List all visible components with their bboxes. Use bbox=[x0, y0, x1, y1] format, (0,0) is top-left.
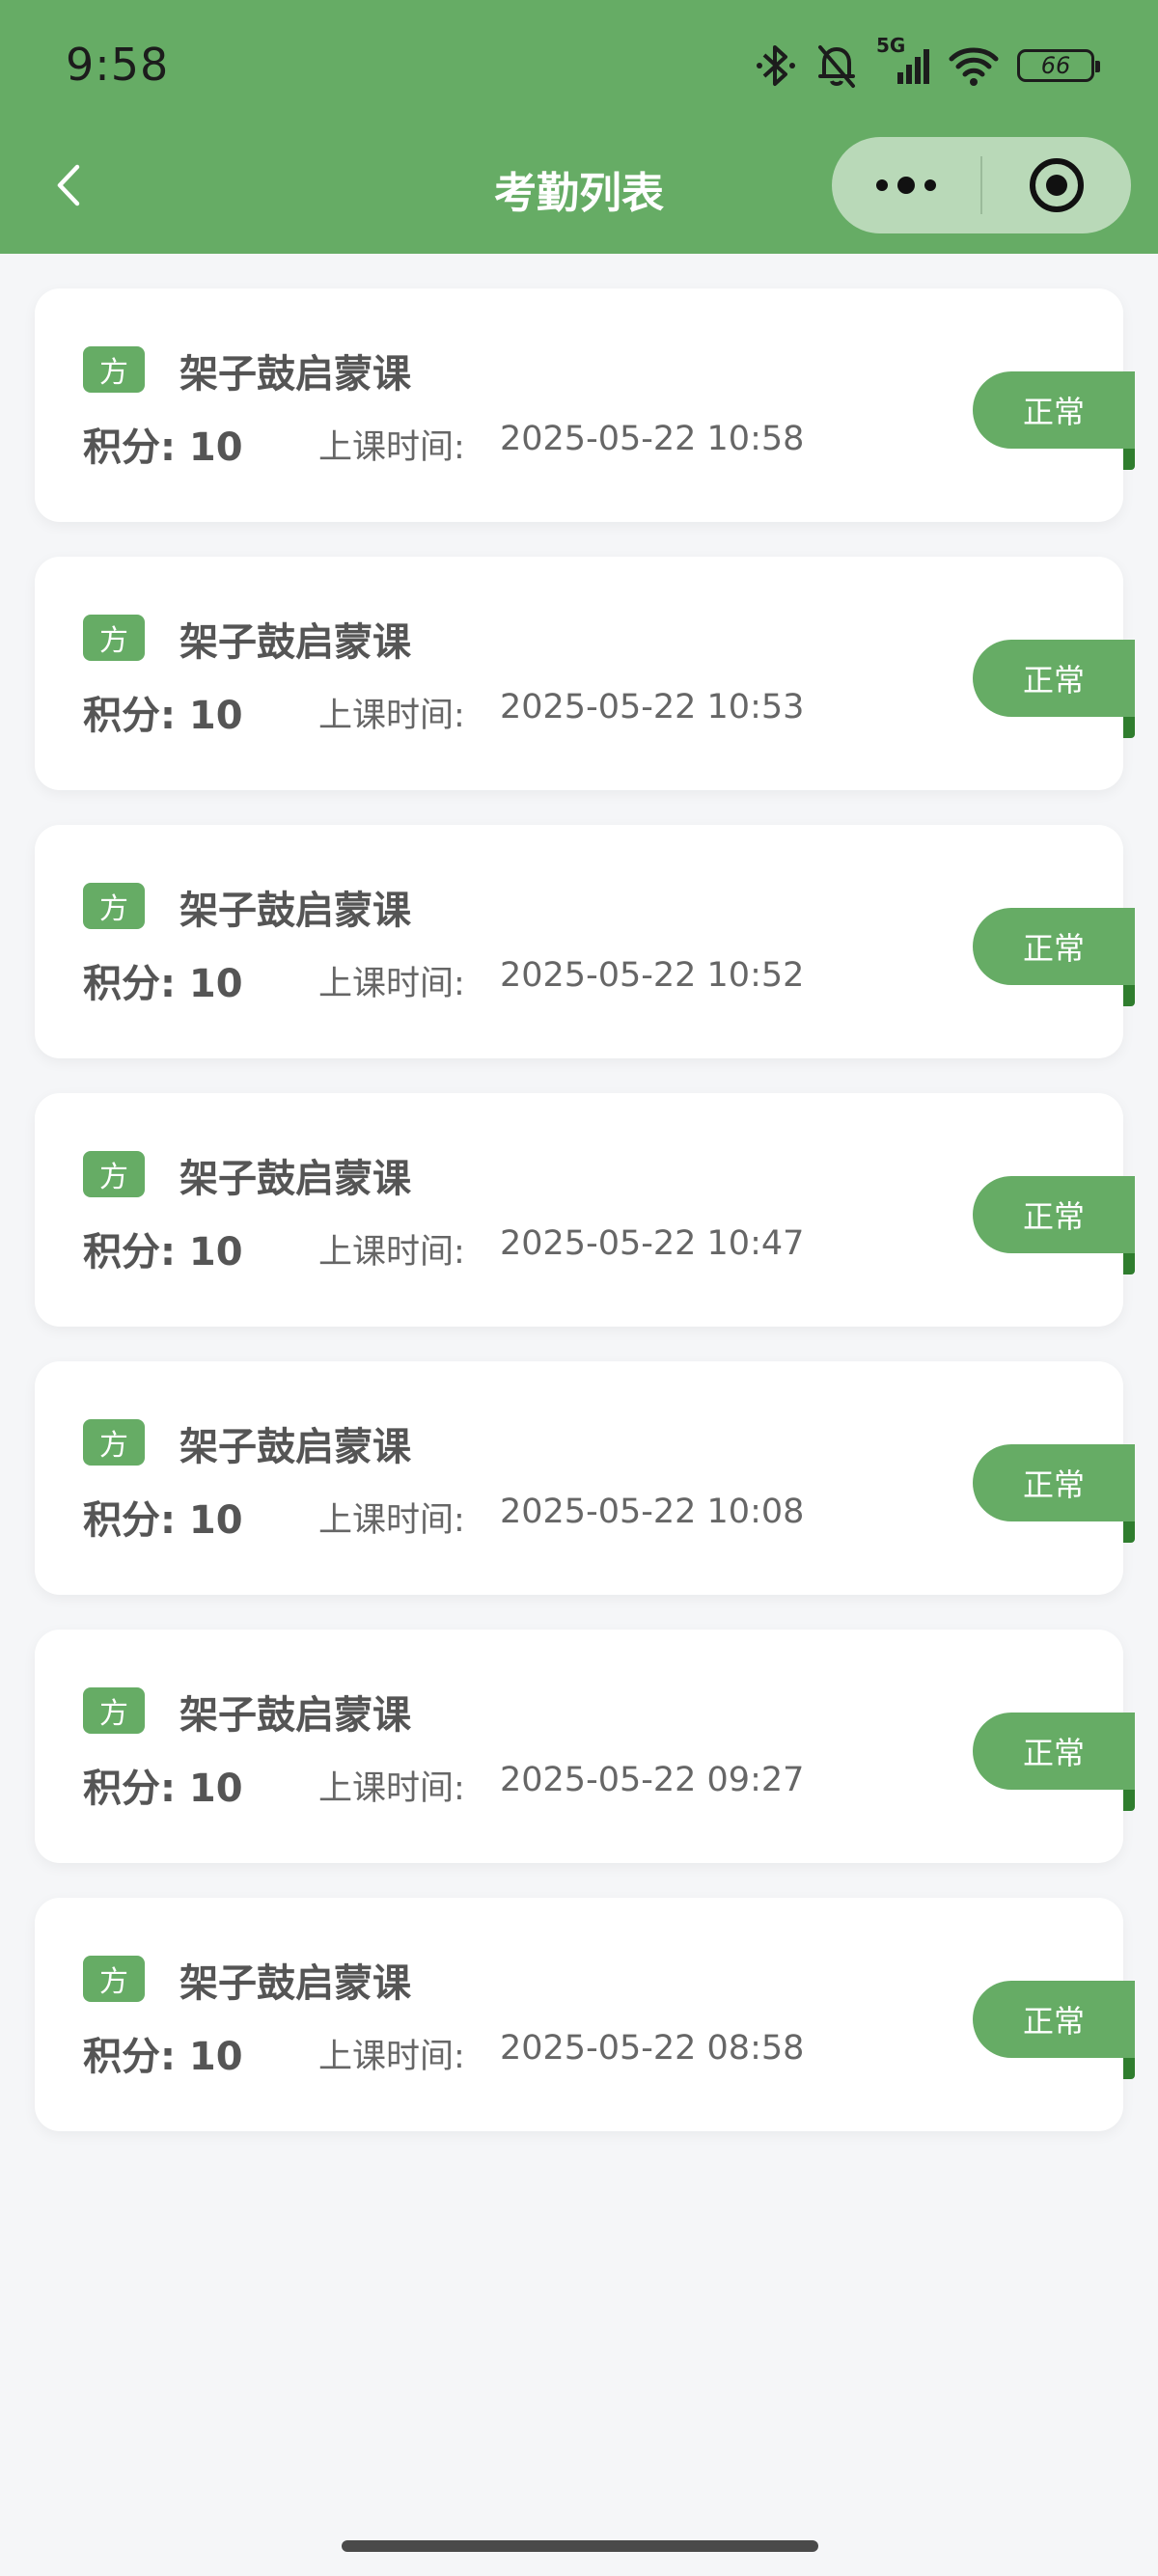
course-title: 架子鼓启蒙课 bbox=[179, 352, 411, 397]
class-time-value: 2025-05-22 10:58 bbox=[500, 420, 805, 458]
class-time-value: 2025-05-22 10:08 bbox=[500, 1493, 805, 1531]
status-badge: 正常 bbox=[973, 640, 1135, 717]
course-tag: 方 bbox=[83, 346, 145, 393]
attendance-card[interactable]: 方 架子鼓启蒙课 积分: 10 上课时间: 2025-05-22 10:53 正… bbox=[35, 557, 1135, 790]
more-dots-icon bbox=[876, 177, 936, 194]
attendance-card[interactable]: 方 架子鼓启蒙课 积分: 10 上课时间: 2025-05-22 10:08 正… bbox=[35, 1361, 1135, 1595]
class-time-value: 2025-05-22 10:47 bbox=[500, 1224, 805, 1263]
class-time-value: 2025-05-22 10:52 bbox=[500, 956, 805, 995]
points-text: 积分: 10 bbox=[83, 2035, 243, 2079]
badge-fold bbox=[1123, 2058, 1135, 2079]
status-bar: 9:58 5G 66 bbox=[0, 0, 1158, 135]
network-type: 5G bbox=[876, 34, 906, 57]
home-indicator[interactable] bbox=[342, 2540, 818, 2552]
points-text: 积分: 10 bbox=[83, 1230, 243, 1274]
bell-off-icon bbox=[814, 41, 859, 90]
badge-fold bbox=[1123, 717, 1135, 738]
miniprogram-capsule bbox=[832, 137, 1131, 233]
points-text: 积分: 10 bbox=[83, 1767, 243, 1811]
attendance-list-page: 9:58 5G 66 考勤列表 方 架子鼓启蒙课 积分: 10 上课时间: 20… bbox=[0, 0, 1158, 2576]
points-text: 积分: 10 bbox=[83, 694, 243, 738]
class-time-value: 2025-05-22 08:58 bbox=[500, 2029, 805, 2068]
signal-icon: 5G bbox=[876, 34, 930, 90]
points-text: 积分: 10 bbox=[83, 1498, 243, 1543]
badge-fold bbox=[1123, 449, 1135, 470]
class-time-label: 上课时间: bbox=[318, 2038, 465, 2076]
nav-bar: 考勤列表 bbox=[0, 135, 1158, 235]
class-time-label: 上课时间: bbox=[318, 428, 465, 467]
course-title: 架子鼓启蒙课 bbox=[179, 889, 411, 933]
battery-icon: 66 bbox=[1017, 49, 1100, 82]
target-circle-icon bbox=[1030, 158, 1084, 212]
attendance-list: 方 架子鼓启蒙课 积分: 10 上课时间: 2025-05-22 10:58 正… bbox=[35, 288, 1135, 2166]
more-button[interactable] bbox=[832, 137, 980, 233]
course-title: 架子鼓启蒙课 bbox=[179, 1693, 411, 1738]
course-title: 架子鼓启蒙课 bbox=[179, 1961, 411, 2006]
bluetooth-icon bbox=[755, 41, 797, 90]
status-badge: 正常 bbox=[973, 1176, 1135, 1253]
points-text: 积分: 10 bbox=[83, 425, 243, 470]
badge-fold bbox=[1123, 985, 1135, 1006]
attendance-card[interactable]: 方 架子鼓启蒙课 积分: 10 上课时间: 2025-05-22 10:52 正… bbox=[35, 825, 1135, 1058]
course-tag: 方 bbox=[83, 1151, 145, 1197]
course-tag: 方 bbox=[83, 883, 145, 929]
class-time-label: 上课时间: bbox=[318, 965, 465, 1003]
badge-fold bbox=[1123, 1790, 1135, 1811]
status-icons: 5G 66 bbox=[755, 34, 1100, 93]
course-tag: 方 bbox=[83, 615, 145, 661]
status-badge: 正常 bbox=[973, 1444, 1135, 1521]
course-tag: 方 bbox=[83, 1419, 145, 1466]
course-title: 架子鼓启蒙课 bbox=[179, 620, 411, 665]
course-title: 架子鼓启蒙课 bbox=[179, 1425, 411, 1469]
points-text: 积分: 10 bbox=[83, 962, 243, 1006]
class-time-label: 上课时间: bbox=[318, 1233, 465, 1272]
course-tag: 方 bbox=[83, 1956, 145, 2002]
class-time-label: 上课时间: bbox=[318, 1769, 465, 1808]
attendance-card[interactable]: 方 架子鼓启蒙课 积分: 10 上课时间: 2025-05-22 08:58 正… bbox=[35, 1898, 1135, 2131]
close-button[interactable] bbox=[982, 137, 1131, 233]
badge-fold bbox=[1123, 1521, 1135, 1543]
header: 9:58 5G 66 考勤列表 bbox=[0, 0, 1158, 254]
status-badge: 正常 bbox=[973, 908, 1135, 985]
attendance-card[interactable]: 方 架子鼓启蒙课 积分: 10 上课时间: 2025-05-22 09:27 正… bbox=[35, 1630, 1135, 1863]
battery-level: 66 bbox=[1040, 52, 1071, 79]
class-time-label: 上课时间: bbox=[318, 1501, 465, 1540]
class-time-value: 2025-05-22 10:53 bbox=[500, 688, 805, 726]
attendance-card[interactable]: 方 架子鼓启蒙课 积分: 10 上课时间: 2025-05-22 10:47 正… bbox=[35, 1093, 1135, 1327]
status-badge: 正常 bbox=[973, 1713, 1135, 1790]
wifi-icon bbox=[948, 41, 1000, 90]
badge-fold bbox=[1123, 1253, 1135, 1274]
course-title: 架子鼓启蒙课 bbox=[179, 1157, 411, 1201]
status-time: 9:58 bbox=[66, 39, 170, 91]
status-badge: 正常 bbox=[973, 371, 1135, 449]
attendance-card[interactable]: 方 架子鼓启蒙课 积分: 10 上课时间: 2025-05-22 10:58 正… bbox=[35, 288, 1135, 522]
status-badge: 正常 bbox=[973, 1981, 1135, 2058]
course-tag: 方 bbox=[83, 1687, 145, 1734]
class-time-value: 2025-05-22 09:27 bbox=[500, 1761, 805, 1799]
class-time-label: 上课时间: bbox=[318, 697, 465, 735]
